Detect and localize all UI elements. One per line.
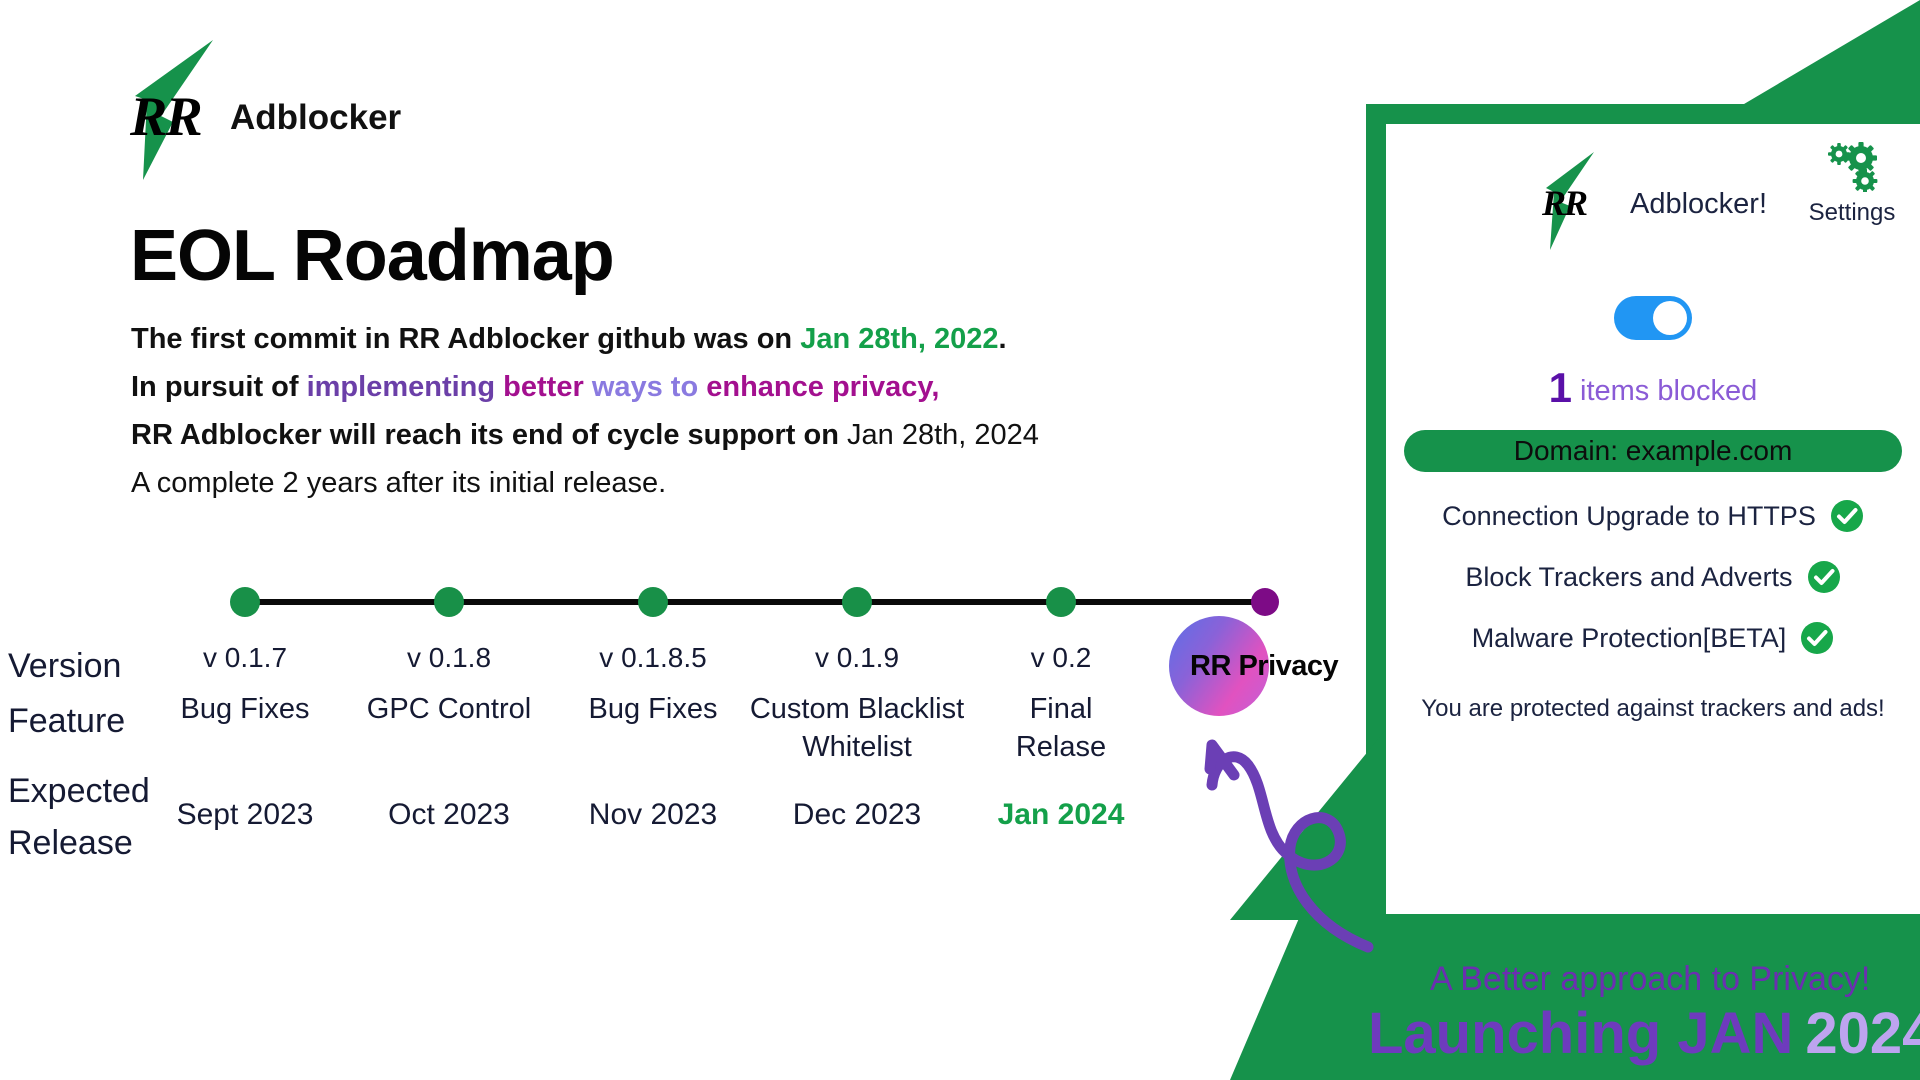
check-circle-icon	[1801, 622, 1834, 654]
intro-line2-implementing: implementing	[306, 371, 504, 403]
timeline-feature-line1: Bug Fixes	[588, 693, 718, 725]
feature-label: Block Trackers and Adverts	[1465, 561, 1793, 592]
timeline-feature-line1: Custom Blacklist	[749, 693, 965, 725]
popup-footnote: You are protected against trackers and a…	[1421, 695, 1885, 722]
timeline-dot	[638, 587, 668, 617]
timeline-end-dot	[1251, 588, 1279, 616]
intro-line3-a: RR Adblocker will reach its end of cycle…	[131, 419, 848, 451]
timeline-release-date: Oct 2023	[388, 798, 510, 831]
intro-line2-enhance: enhance privacy,	[706, 371, 940, 403]
intro-line1-period: .	[998, 323, 1007, 355]
page-title: EOL Roadmap	[130, 216, 615, 296]
intro-line2-better: better	[503, 371, 592, 403]
intro-line2-a: In pursuit of	[131, 371, 307, 403]
row-label-version: Version	[8, 647, 122, 685]
timeline-version: v 0.1.8	[406, 642, 492, 673]
blocked-count-value: 1	[1548, 364, 1573, 411]
intro-line-2: In pursuit of implementing better ways t…	[131, 363, 1039, 411]
intro-line1-date: Jan 28th, 2022	[800, 323, 999, 355]
timeline-feature: Bug Fixes	[543, 690, 763, 728]
extension-popup-panel: RR Adblocker! Settings 1 items blocked D…	[1386, 124, 1920, 914]
current-domain-pill[interactable]: Domain: example.com	[1404, 430, 1902, 472]
check-circle-icon	[1830, 500, 1863, 532]
timeline-version: v 0.1.8.5	[599, 642, 707, 673]
blocked-counter: 1 items blocked	[1386, 364, 1920, 412]
roadmap-timeline: Version Feature Expected Release v 0.1.7…	[0, 560, 1300, 880]
row-label-expected-release: Expected Release	[8, 765, 150, 869]
timeline-release-date: Dec 2023	[792, 798, 922, 831]
green-top-bar	[1366, 104, 1920, 124]
brand-rr-mark: RR	[130, 86, 203, 148]
blocked-count-label: items blocked	[1580, 375, 1758, 407]
timeline-feature-line1: Final	[1029, 693, 1093, 725]
popup-rr-mark: RR	[1542, 183, 1588, 223]
footer-launch-main: Launching JAN	[1368, 1001, 1794, 1066]
intro-line3-date: Jan 28th, 2024	[847, 419, 1039, 451]
check-circle-icon	[1807, 561, 1840, 593]
brand-name: Adblocker	[230, 98, 402, 137]
adblock-power-toggle[interactable]	[1614, 296, 1692, 340]
settings-button[interactable]: Settings	[1802, 142, 1902, 227]
intro-paragraph: The first commit in RR Adblocker github …	[131, 315, 1039, 507]
intro-line1-text: The first commit in RR Adblocker github …	[131, 323, 801, 355]
rr-privacy-label: RR Privacy	[1190, 650, 1339, 682]
timeline-feature: Custom Blacklist Whitelist	[747, 690, 967, 766]
feature-row[interactable]: Malware Protection[BETA]	[1386, 621, 1920, 655]
popup-brand-name: Adblocker!	[1630, 188, 1768, 220]
timeline-feature-line1: Bug Fixes	[180, 693, 310, 725]
timeline-feature: Bug Fixes	[135, 690, 355, 728]
timeline-feature-line2: Relase	[1015, 731, 1107, 763]
toggle-knob	[1653, 301, 1687, 335]
row-label-feature: Feature	[8, 702, 126, 740]
popup-header: RR Adblocker! Settings	[1386, 124, 1920, 274]
timeline-axis-line	[245, 599, 1265, 605]
timeline-feature-line1: GPC Control	[366, 693, 532, 725]
timeline-version: v 0.1.7	[202, 642, 288, 673]
intro-line-1: The first commit in RR Adblocker github …	[131, 315, 1039, 363]
timeline-dot	[1046, 587, 1076, 617]
timeline-dot	[434, 587, 464, 617]
timeline-release-date: Jan 2024	[997, 798, 1125, 831]
feature-row[interactable]: Block Trackers and Adverts	[1386, 560, 1920, 594]
footer-tagline: A Better approach to Privacy!	[1430, 960, 1871, 998]
timeline-dot	[230, 587, 260, 617]
row-label-expected-l2: Release	[8, 824, 133, 862]
footer-launch-year: 2024	[1805, 1001, 1920, 1066]
timeline-dot	[842, 587, 872, 617]
feature-row[interactable]: Connection Upgrade to HTTPS	[1386, 499, 1920, 533]
timeline-version: v 0.2	[1030, 642, 1092, 673]
current-domain-text: Domain: example.com	[1513, 435, 1793, 466]
feature-label: Malware Protection[BETA]	[1471, 622, 1787, 653]
timeline-feature-line2: Whitelist	[802, 731, 912, 763]
timeline-version: v 0.1.9	[814, 642, 900, 673]
timeline-release-date: Sept 2023	[176, 798, 314, 831]
poster-canvas: RR Adblocker EOL Roadmap The first commi…	[0, 0, 1920, 1080]
feature-label: Connection Upgrade to HTTPS	[1442, 500, 1816, 531]
intro-line2-waysto: ways to	[591, 371, 707, 403]
row-label-expected-l1: Expected	[8, 772, 150, 810]
footer-launch-line: Launching JAN 2024	[1368, 1000, 1920, 1067]
gears-icon	[1828, 142, 1878, 194]
timeline-feature: GPC Control	[339, 690, 559, 728]
settings-label: Settings	[1808, 199, 1896, 226]
intro-line-3: RR Adblocker will reach its end of cycle…	[131, 411, 1039, 459]
timeline-feature: Final Relase	[951, 690, 1171, 766]
timeline-release-date: Nov 2023	[588, 798, 718, 831]
intro-line-4: A complete 2 years after its initial rel…	[131, 467, 667, 499]
